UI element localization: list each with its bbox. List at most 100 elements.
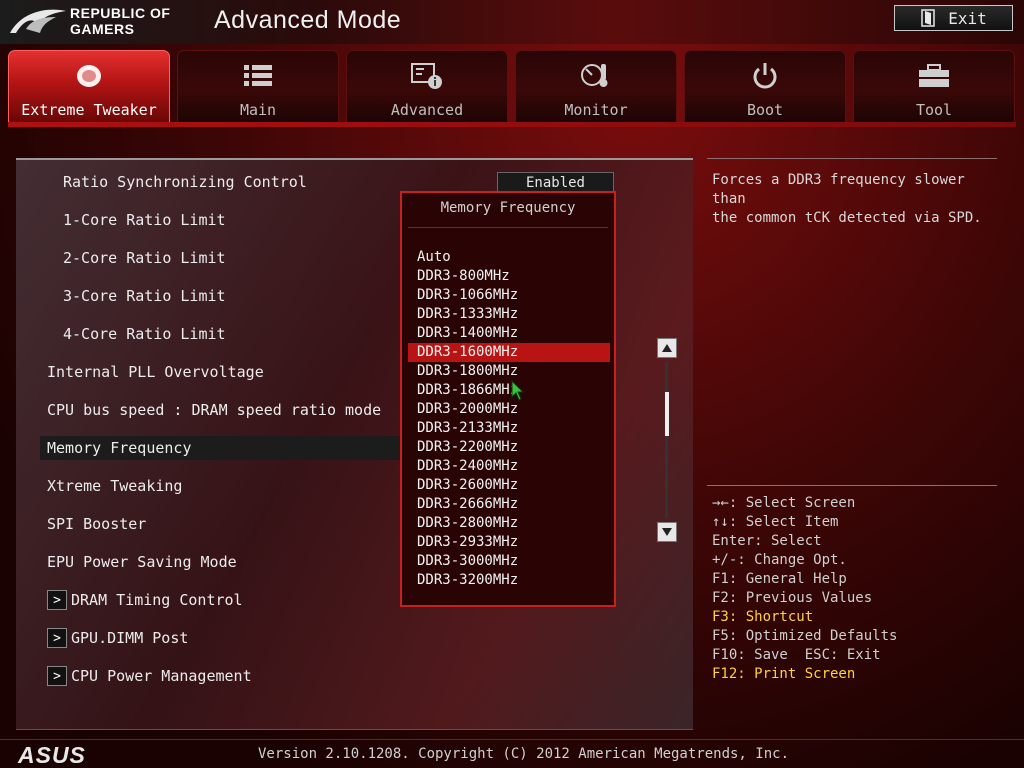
tab-extreme-tweaker[interactable]: Extreme Tweaker <box>8 50 170 122</box>
chevron-right-icon: > <box>47 628 67 648</box>
tab-tool[interactable]: Tool <box>853 50 1015 122</box>
help-divider-middle <box>707 485 997 486</box>
mode-title: Advanced Mode <box>214 6 402 34</box>
frequency-option[interactable]: DDR3-2133MHz <box>408 419 610 438</box>
frequency-option[interactable]: DDR3-2000MHz <box>408 400 610 419</box>
frequency-option[interactable]: DDR3-3200MHz <box>408 571 610 590</box>
frequency-option[interactable]: DDR3-2600MHz <box>408 476 610 495</box>
setting-memory-frequency[interactable]: Memory Frequency <box>40 436 400 460</box>
footer-divider <box>0 739 1024 740</box>
brand-line1: REPUBLIC OF <box>70 5 171 21</box>
frequency-option[interactable]: DDR3-1066MHz <box>408 286 610 305</box>
frequency-option[interactable]: DDR3-2933MHz <box>408 533 610 552</box>
tab-label: Tool <box>915 101 953 119</box>
list-icon <box>242 61 274 91</box>
setting-label: CPU bus speed : DRAM speed ratio mode <box>47 401 382 419</box>
key-hint: F12: Print Screen <box>712 666 856 682</box>
key-hint: ↑↓: Select Item <box>712 514 839 530</box>
setting-3-core-ratio[interactable]: 3-Core Ratio Limit <box>63 284 393 308</box>
setting-epu-power-saving[interactable]: EPU Power Saving Mode <box>47 550 397 574</box>
key-hint: F3: Shortcut <box>712 609 814 625</box>
exit-button[interactable]: Exit <box>894 5 1013 31</box>
tab-main[interactable]: Main <box>177 50 339 122</box>
frequency-option[interactable]: DDR3-1400MHz <box>408 324 610 343</box>
frequency-option[interactable]: DDR3-2400MHz <box>408 457 610 476</box>
setting-label: 1-Core Ratio Limit <box>63 211 226 229</box>
brand-line2: GAMERS <box>70 21 135 37</box>
frequency-option[interactable]: DDR3-1600MHz <box>408 343 610 362</box>
key-hint: +/-: Change Opt. <box>712 552 847 568</box>
scroll-up-button[interactable] <box>657 338 677 358</box>
setting-1-core-ratio[interactable]: 1-Core Ratio Limit <box>63 208 393 232</box>
thermometer-gauge-icon <box>580 61 612 91</box>
rog-eye-logo-icon <box>10 9 66 33</box>
submenu-label: CPU Power Management <box>71 667 252 685</box>
setting-label: Xtreme Tweaking <box>47 477 183 495</box>
setting-2-core-ratio[interactable]: 2-Core Ratio Limit <box>63 246 393 270</box>
frequency-option[interactable]: DDR3-2666MHz <box>408 495 610 514</box>
chevron-right-icon: > <box>47 590 67 610</box>
popup-title: Memory Frequency <box>440 200 576 216</box>
frequency-option[interactable]: DDR3-2200MHz <box>408 438 610 457</box>
toolbox-icon <box>918 61 950 91</box>
tab-label: Monitor <box>564 101 628 119</box>
setting-label: Ratio Synchronizing Control <box>63 173 307 191</box>
key-hint: F5: Optimized Defaults <box>712 628 898 644</box>
key-hint: F2: Previous Values <box>712 590 873 606</box>
key-hint: F1: General Help <box>712 571 847 587</box>
advanced-info-icon <box>411 61 443 91</box>
scrollbar-track[interactable] <box>665 362 668 518</box>
brand-text: REPUBLIC OF GAMERS <box>70 5 170 37</box>
help-divider-top <box>707 158 997 159</box>
frequency-option[interactable]: DDR3-1866MHz <box>408 381 610 400</box>
setting-spi-booster[interactable]: SPI Booster <box>47 512 397 536</box>
asus-logo: ASUS <box>18 742 86 768</box>
tab-bar: Extreme Tweaker Main Advanced Monitor Bo… <box>8 50 1016 122</box>
help-description: Forces a DDR3 frequency slower than the … <box>712 172 982 226</box>
key-legend: →←: Select Screen ↑↓: Select Item Enter: S… <box>712 494 897 684</box>
tweaker-icon <box>73 61 105 91</box>
setting-label: Internal PLL Overvoltage <box>47 363 264 381</box>
triangle-up-icon <box>662 344 672 352</box>
submenu-label: DRAM Timing Control <box>71 591 243 609</box>
tab-advanced[interactable]: Advanced <box>346 50 508 122</box>
tab-underline <box>8 122 1016 127</box>
frequency-option[interactable]: DDR3-1333MHz <box>408 305 610 324</box>
submenu-cpu-power-management[interactable]: > CPU Power Management <box>47 664 397 688</box>
frequency-option[interactable]: DDR3-800MHz <box>408 267 610 286</box>
setting-internal-pll[interactable]: Internal PLL Overvoltage <box>47 360 397 384</box>
setting-label: 2-Core Ratio Limit <box>63 249 226 267</box>
setting-cpu-bus-ratio[interactable]: CPU bus speed : DRAM speed ratio mode <box>47 398 397 422</box>
mouse-cursor-icon <box>511 380 525 401</box>
exit-door-icon <box>921 9 935 27</box>
submenu-label: GPU.DIMM Post <box>71 629 189 647</box>
submenu-gpu-dimm-post[interactable]: > GPU.DIMM Post <box>47 626 397 650</box>
tab-label: Extreme Tweaker <box>21 101 157 119</box>
submenu-dram-timing[interactable]: > DRAM Timing Control <box>47 588 397 612</box>
setting-label: 3-Core Ratio Limit <box>63 287 226 305</box>
scrollbar-thumb[interactable] <box>665 392 669 436</box>
setting-4-core-ratio[interactable]: 4-Core Ratio Limit <box>63 322 393 346</box>
power-icon <box>749 61 781 91</box>
key-hint: →←: Select Screen <box>712 495 856 511</box>
setting-xtreme-tweaking[interactable]: Xtreme Tweaking <box>47 474 397 498</box>
exit-label: Exit <box>948 8 987 28</box>
tab-label: Boot <box>746 101 784 119</box>
tab-monitor[interactable]: Monitor <box>515 50 677 122</box>
frequency-option[interactable]: DDR3-1800MHz <box>408 362 610 381</box>
setting-label: Memory Frequency <box>47 439 192 457</box>
ratio-sync-value[interactable]: Enabled <box>497 172 614 193</box>
frequency-option[interactable]: Auto <box>408 248 610 267</box>
header-bar: REPUBLIC OF GAMERS Advanced Mode Exit <box>0 0 1024 44</box>
tab-boot[interactable]: Boot <box>684 50 846 122</box>
tab-label: Advanced <box>390 101 464 119</box>
tab-label: Main <box>239 101 277 119</box>
frequency-option[interactable]: DDR3-3000MHz <box>408 552 610 571</box>
setting-label: 4-Core Ratio Limit <box>63 325 226 343</box>
key-hint: Enter: Select <box>712 533 822 549</box>
triangle-down-icon <box>662 528 672 536</box>
frequency-option[interactable]: DDR3-2800MHz <box>408 514 610 533</box>
scroll-down-button[interactable] <box>657 522 677 542</box>
popup-divider <box>408 227 608 228</box>
setting-label: SPI Booster <box>47 515 147 533</box>
